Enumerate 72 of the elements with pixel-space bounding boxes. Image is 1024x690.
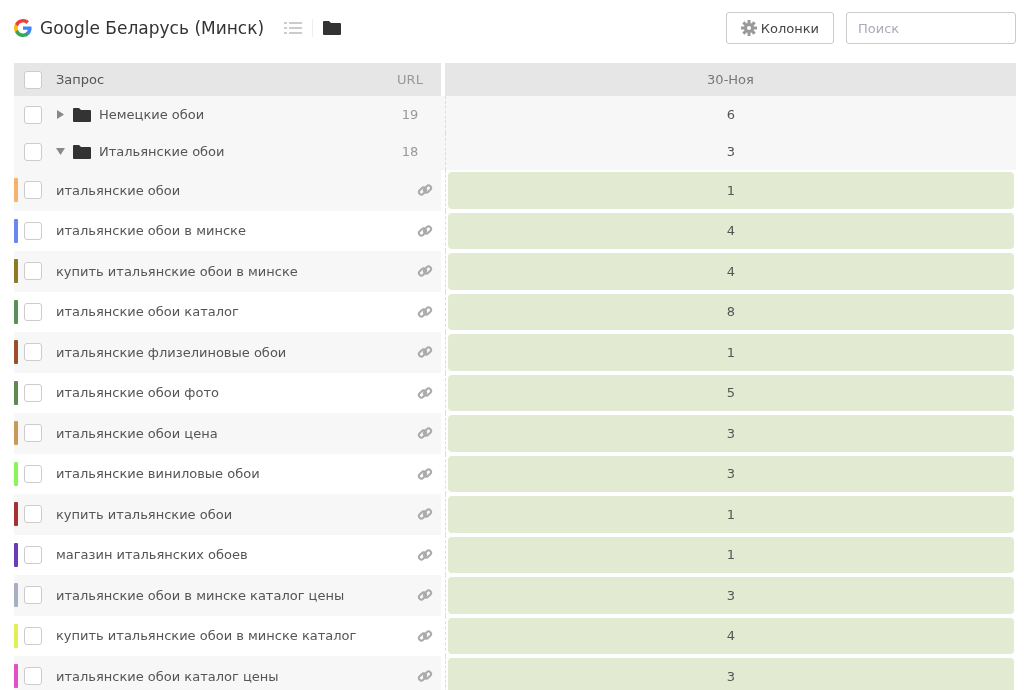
query-text: итальянские обои цена (56, 425, 219, 441)
position-cell: 5 (448, 374, 1014, 411)
link-icon[interactable] (417, 425, 433, 442)
query-text: итальянские виниловые обои (56, 466, 261, 482)
link-icon[interactable] (417, 384, 433, 401)
checkbox[interactable] (24, 545, 42, 564)
position-cell: 3 (448, 415, 1014, 452)
folder-icon[interactable] (323, 21, 342, 35)
column-header[interactable]: 30-Ноя (445, 63, 1016, 96)
query-text: итальянские обои каталог (56, 304, 240, 320)
checkbox[interactable] (24, 424, 42, 443)
link-icon[interactable] (417, 506, 433, 523)
query-text: итальянские флизелиновые обои (56, 344, 288, 360)
column-header[interactable]: Запрос (56, 72, 385, 87)
checkbox[interactable] (24, 383, 42, 402)
link-icon[interactable] (417, 263, 433, 280)
checkbox[interactable] (24, 181, 42, 200)
checkbox[interactable] (24, 105, 42, 124)
page-title: Google Беларусь (Минск) (40, 18, 265, 38)
url-count: 18 (400, 144, 420, 159)
checkbox[interactable] (24, 70, 42, 89)
link-icon[interactable] (417, 668, 433, 685)
position-cell: 1 (448, 172, 1014, 209)
position-cell: 1 (448, 496, 1014, 533)
group-label[interactable]: Итальянские обои (99, 144, 385, 159)
columns-button[interactable]: Колонки (725, 12, 834, 44)
link-icon[interactable] (417, 303, 433, 320)
gear-icon (740, 20, 757, 36)
query-text: купить итальянские обои (56, 506, 234, 522)
checkbox[interactable] (24, 262, 42, 281)
link-icon[interactable] (417, 627, 433, 644)
link-icon[interactable] (417, 465, 433, 482)
checkbox[interactable] (24, 464, 42, 483)
position-cell: 1 (448, 334, 1014, 371)
checkbox[interactable] (24, 626, 42, 645)
folder-icon (73, 107, 91, 122)
position-cell: 3 (448, 577, 1014, 614)
position-cell: 3 (448, 455, 1014, 492)
query-text: купить итальянские обои в минске каталог (56, 628, 358, 644)
checkbox[interactable] (24, 221, 42, 240)
checkbox[interactable] (24, 343, 42, 362)
query-text: итальянские обои (56, 182, 182, 198)
link-icon[interactable] (417, 546, 433, 563)
position-cell: 1 (448, 536, 1014, 573)
link-icon[interactable] (417, 344, 433, 361)
link-icon[interactable] (417, 587, 433, 604)
folder-icon (73, 144, 91, 159)
query-text: итальянские обои в минске (56, 223, 247, 239)
position-cell: 4 (448, 253, 1014, 290)
query-text: итальянские обои фото (56, 385, 220, 401)
checkbox[interactable] (24, 586, 42, 605)
query-text: магазин итальянских обоев (56, 547, 249, 563)
link-icon[interactable] (417, 222, 433, 239)
url-count: 19 (400, 107, 420, 122)
google-logo-icon (14, 19, 32, 37)
checkbox[interactable] (24, 142, 42, 161)
position-cell: 4 (448, 617, 1014, 654)
search-field[interactable]: Поиск (846, 12, 1016, 44)
caret-down-icon[interactable] (56, 147, 65, 156)
checkbox[interactable] (24, 667, 42, 686)
group-label[interactable]: Немецкие обои (99, 107, 385, 122)
caret-right-icon[interactable] (56, 110, 65, 119)
position-cell: 4 (448, 212, 1014, 249)
checkbox[interactable] (24, 505, 42, 524)
list-icon[interactable] (284, 21, 303, 35)
query-text: итальянские обои в минске каталог цены (56, 587, 346, 603)
checkbox[interactable] (24, 302, 42, 321)
query-text: итальянские обои каталог цены (56, 668, 280, 684)
query-text: купить итальянские обои в минске (56, 263, 299, 279)
position-cell: 3 (448, 658, 1014, 690)
link-icon[interactable] (417, 182, 433, 199)
position-cell: 8 (448, 293, 1014, 330)
